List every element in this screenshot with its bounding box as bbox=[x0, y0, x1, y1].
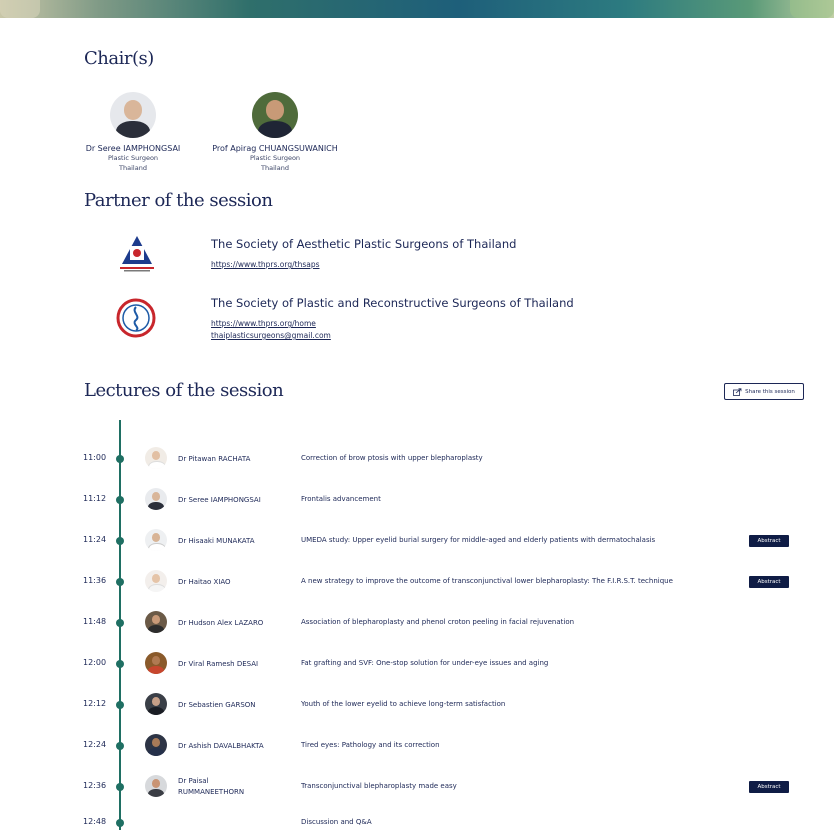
timeline-dot bbox=[116, 496, 124, 504]
chair-name: Dr Seree IAMPHONGSAI bbox=[85, 144, 181, 153]
speaker-name[interactable]: Dr Ashish DAVALBHAKTA bbox=[178, 741, 264, 752]
chair-role: Plastic Surgeon bbox=[107, 154, 159, 162]
partner-logo-thprs[interactable] bbox=[116, 298, 156, 338]
lecture-time: 11:00 bbox=[83, 453, 107, 462]
partner-logo-thsaps[interactable] bbox=[116, 234, 158, 274]
share-session-button[interactable]: Share this session bbox=[724, 383, 804, 400]
speaker-avatar bbox=[145, 611, 167, 633]
chair-card[interactable]: Prof Apirag CHUANGSUWANICH Plastic Surge… bbox=[210, 92, 340, 173]
partner-link[interactable]: https://www.thprs.org/thsaps bbox=[211, 260, 320, 269]
share-icon bbox=[733, 387, 742, 396]
timeline-dot bbox=[116, 619, 124, 627]
speaker-name[interactable]: Dr Paisal RUMMANEETHORN bbox=[178, 776, 244, 798]
speaker-name-line2: RUMMANEETHORN bbox=[178, 788, 245, 796]
lecture-row[interactable]: 12:00 Dr Viral Ramesh DESAI Fat grafting… bbox=[0, 652, 834, 674]
speaker-avatar bbox=[145, 693, 167, 715]
speaker-name[interactable]: Dr Seree IAMPHONGSAI bbox=[178, 495, 261, 506]
abstract-button[interactable]: Abstract bbox=[749, 576, 789, 588]
lectures-heading: Lectures of the session bbox=[84, 380, 284, 401]
chair-role: Plastic Surgeon bbox=[249, 154, 301, 162]
lecture-row[interactable]: 12:24 Dr Ashish DAVALBHAKTA Tired eyes: … bbox=[0, 734, 834, 756]
lecture-time: 12:00 bbox=[83, 658, 107, 667]
speaker-avatar bbox=[145, 488, 167, 510]
lecture-time: 12:36 bbox=[83, 781, 107, 790]
speaker-avatar bbox=[145, 529, 167, 551]
lecture-topic[interactable]: Frontalis advancement bbox=[301, 495, 381, 503]
lecture-row[interactable]: 11:12 Dr Seree IAMPHONGSAI Frontalis adv… bbox=[0, 488, 834, 510]
lecture-row[interactable]: 11:48 Dr Hudson Alex LAZARO Association … bbox=[0, 611, 834, 633]
speaker-name[interactable]: Dr Pitawan RACHATA bbox=[178, 454, 250, 465]
chair-name: Prof Apirag CHUANGSUWANICH bbox=[212, 144, 338, 153]
lecture-time: 12:24 bbox=[83, 740, 107, 749]
lecture-row[interactable]: 12:12 Dr Sebastien GARSON Youth of the l… bbox=[0, 693, 834, 715]
partner-title[interactable]: The Society of Plastic and Reconstructiv… bbox=[211, 296, 574, 310]
share-label: Share this session bbox=[745, 388, 795, 395]
lecture-topic[interactable]: A new strategy to improve the outcome of… bbox=[301, 577, 673, 585]
timeline-dot bbox=[116, 783, 124, 791]
lecture-time: 12:48 bbox=[83, 817, 107, 826]
lecture-time: 11:12 bbox=[83, 494, 107, 503]
lecture-topic[interactable]: Transconjunctival blepharoplasty made ea… bbox=[301, 782, 457, 790]
speaker-name[interactable]: Dr Hudson Alex LAZARO bbox=[178, 618, 263, 629]
lecture-row[interactable]: 11:36 Dr Haitao XIAO A new strategy to i… bbox=[0, 570, 834, 592]
chair-photo bbox=[110, 92, 156, 138]
timeline-dot bbox=[116, 701, 124, 709]
timeline-dot bbox=[116, 819, 124, 827]
speaker-name-line1: Dr Paisal bbox=[178, 777, 209, 785]
lecture-row[interactable]: 11:00 Dr Pitawan RACHATA Correction of b… bbox=[0, 447, 834, 469]
chair-card[interactable]: Dr Seree IAMPHONGSAI Plastic Surgeon Tha… bbox=[68, 92, 198, 173]
speaker-name[interactable]: Dr Haitao XIAO bbox=[178, 577, 231, 588]
abstract-button[interactable]: Abstract bbox=[749, 535, 789, 547]
chair-country: Thailand bbox=[119, 164, 147, 172]
timeline-dot bbox=[116, 578, 124, 586]
lecture-topic[interactable]: UMEDA study: Upper eyelid burial surgery… bbox=[301, 536, 655, 544]
timeline-dot bbox=[116, 455, 124, 463]
speaker-avatar bbox=[145, 447, 167, 469]
lecture-topic[interactable]: Tired eyes: Pathology and its correction bbox=[301, 741, 440, 749]
speaker-avatar bbox=[145, 734, 167, 756]
lecture-time: 11:36 bbox=[83, 576, 107, 585]
lecture-row[interactable]: 11:24 Dr Hisaaki MUNAKATA UMEDA study: U… bbox=[0, 529, 834, 551]
lecture-topic[interactable]: Youth of the lower eyelid to achieve lon… bbox=[301, 700, 505, 708]
lecture-time: 11:24 bbox=[83, 535, 107, 544]
lecture-row[interactable]: 12:36 Dr Paisal RUMMANEETHORN Transconju… bbox=[0, 775, 834, 798]
lecture-row[interactable]: 12:48 Discussion and Q&A bbox=[0, 813, 834, 833]
partner-title[interactable]: The Society of Aesthetic Plastic Surgeon… bbox=[211, 237, 516, 251]
speaker-name[interactable]: Dr Hisaaki MUNAKATA bbox=[178, 536, 255, 547]
partners-heading: Partner of the session bbox=[84, 190, 273, 211]
chairs-heading: Chair(s) bbox=[84, 48, 154, 69]
speaker-avatar bbox=[145, 775, 167, 797]
partner-email-link[interactable]: thaiplasticsurgeons@gmail.com bbox=[211, 331, 331, 340]
partner-link[interactable]: https://www.thprs.org/home bbox=[211, 319, 316, 328]
lecture-topic[interactable]: Correction of brow ptosis with upper ble… bbox=[301, 454, 483, 462]
speaker-name[interactable]: Dr Viral Ramesh DESAI bbox=[178, 659, 258, 670]
lecture-time: 11:48 bbox=[83, 617, 107, 626]
banner-foliage-right bbox=[790, 0, 834, 18]
lecture-topic[interactable]: Fat grafting and SVF: One-stop solution … bbox=[301, 659, 548, 667]
timeline-dot bbox=[116, 660, 124, 668]
chair-country: Thailand bbox=[261, 164, 289, 172]
banner-foliage-left bbox=[0, 0, 40, 18]
lecture-topic[interactable]: Association of blepharoplasty and phenol… bbox=[301, 618, 574, 626]
speaker-avatar bbox=[145, 652, 167, 674]
timeline-dot bbox=[116, 742, 124, 750]
header-banner-image bbox=[0, 0, 834, 18]
lecture-time: 12:12 bbox=[83, 699, 107, 708]
speaker-name[interactable]: Dr Sebastien GARSON bbox=[178, 700, 256, 711]
abstract-button[interactable]: Abstract bbox=[749, 781, 789, 793]
timeline-dot bbox=[116, 537, 124, 545]
lecture-topic[interactable]: Discussion and Q&A bbox=[301, 818, 372, 826]
chair-photo bbox=[252, 92, 298, 138]
speaker-avatar bbox=[145, 570, 167, 592]
